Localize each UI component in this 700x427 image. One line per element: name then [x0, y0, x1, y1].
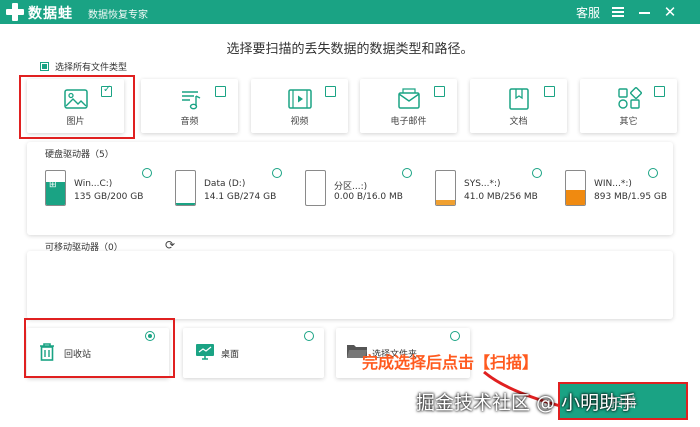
- app-logo-icon: [6, 3, 24, 21]
- windows-icon: ⊞: [49, 180, 57, 190]
- drive-radio[interactable]: [532, 168, 542, 178]
- drive-size: 14.1 GB/274 GB: [204, 192, 277, 202]
- drive-icon: ⊞: [45, 170, 66, 206]
- type-card-email[interactable]: 电子邮件: [360, 79, 457, 133]
- type-label: 其它: [619, 117, 638, 127]
- drive-usage-fill: [566, 189, 585, 205]
- checkbox-icon: [40, 62, 49, 71]
- minimize-icon[interactable]: [633, 0, 655, 24]
- desktop-icon: [196, 344, 214, 360]
- drive-radio[interactable]: [142, 168, 152, 178]
- hard-drive-title: 硬盘驱动器（5）: [45, 150, 114, 160]
- menu-icon[interactable]: [607, 0, 629, 24]
- location-label: 桌面: [221, 350, 240, 360]
- type-card-document[interactable]: 文档: [470, 79, 567, 133]
- drive-item[interactable]: Data (D:) 14.1 GB/274 GB: [166, 165, 290, 209]
- location-radio[interactable]: [145, 331, 155, 341]
- drive-item[interactable]: ⊞ Win...C:) 135 GB/200 GB: [36, 165, 160, 209]
- drive-icon: [435, 170, 456, 206]
- select-all-label: 选择所有文件类型: [55, 63, 128, 73]
- type-card-audio[interactable]: 音频: [141, 79, 238, 133]
- drive-icon: [305, 170, 326, 206]
- music-icon: [182, 91, 201, 110]
- close-icon[interactable]: ✕: [659, 0, 681, 24]
- drive-name: Win...C:): [74, 179, 113, 189]
- select-all-checkbox[interactable]: 选择所有文件类型: [40, 60, 127, 73]
- drive-size: 0.00 B/16.0 MB: [334, 192, 403, 202]
- type-card-other[interactable]: 其它: [580, 79, 677, 133]
- drive-radio[interactable]: [402, 168, 412, 178]
- location-radio[interactable]: [450, 331, 460, 341]
- instruction-text: 选择要扫描的丢失数据的数据类型和路径。: [226, 42, 474, 57]
- drive-item[interactable]: 分区...:) 0.00 B/16.0 MB: [296, 165, 420, 209]
- location-radio[interactable]: [304, 331, 314, 341]
- trash-icon: [40, 343, 54, 361]
- drive-size: 893 MB/1.95 GB: [594, 192, 668, 202]
- document-icon: [509, 88, 529, 110]
- drive-name: Data (D:): [204, 179, 246, 189]
- drive-name: 分区...:): [334, 182, 368, 192]
- type-card-video[interactable]: 视频: [251, 79, 348, 133]
- drive-usage-fill: [436, 199, 455, 205]
- image-icon: [64, 89, 88, 109]
- drive-name: SYS...*:): [464, 179, 501, 189]
- drive-item[interactable]: SYS...*:) 41.0 MB/256 MB: [426, 165, 550, 209]
- type-label: 音频: [180, 117, 199, 127]
- watermark: 掘金技术社区 @ 小明助手: [416, 392, 638, 414]
- title-bar: 数据蛙 数据恢复专家 客服 ✕: [0, 0, 700, 24]
- removable-drive-section: [27, 251, 673, 319]
- other-icon: [618, 87, 642, 109]
- type-card-image[interactable]: 图片: [27, 79, 124, 133]
- checkbox-icon[interactable]: [215, 86, 226, 97]
- drive-item[interactable]: WIN...*:) 893 MB/1.95 GB: [556, 165, 668, 209]
- drive-size: 41.0 MB/256 MB: [464, 192, 538, 202]
- type-label: 电子邮件: [390, 117, 427, 127]
- drive-size: 135 GB/200 GB: [74, 192, 144, 202]
- type-label: 图片: [66, 117, 85, 127]
- location-card-recycle-bin[interactable]: 回收站: [27, 328, 169, 378]
- customer-service-link[interactable]: 客服: [576, 4, 600, 21]
- type-label: 文档: [509, 117, 528, 127]
- checkbox-icon[interactable]: [654, 86, 665, 97]
- checkbox-icon[interactable]: [544, 86, 555, 97]
- drive-radio[interactable]: [272, 168, 282, 178]
- video-icon: [288, 89, 312, 109]
- location-card-desktop[interactable]: 桌面: [183, 328, 324, 378]
- drive-radio[interactable]: [648, 168, 658, 178]
- drive-icon: [175, 170, 196, 206]
- type-label: 视频: [290, 117, 309, 127]
- drive-icon: [565, 170, 586, 206]
- drive-usage-fill: [176, 203, 195, 205]
- checkbox-icon[interactable]: [101, 84, 112, 97]
- email-icon: [398, 88, 420, 109]
- checkbox-icon[interactable]: [325, 86, 336, 97]
- drive-name: WIN...*:): [594, 179, 632, 189]
- app-subtitle: 数据恢复专家: [88, 10, 148, 21]
- checkbox-icon[interactable]: [434, 86, 445, 97]
- location-label: 回收站: [64, 350, 92, 360]
- app-name: 数据蛙: [28, 6, 73, 22]
- refresh-icon[interactable]: ⟳: [165, 238, 175, 252]
